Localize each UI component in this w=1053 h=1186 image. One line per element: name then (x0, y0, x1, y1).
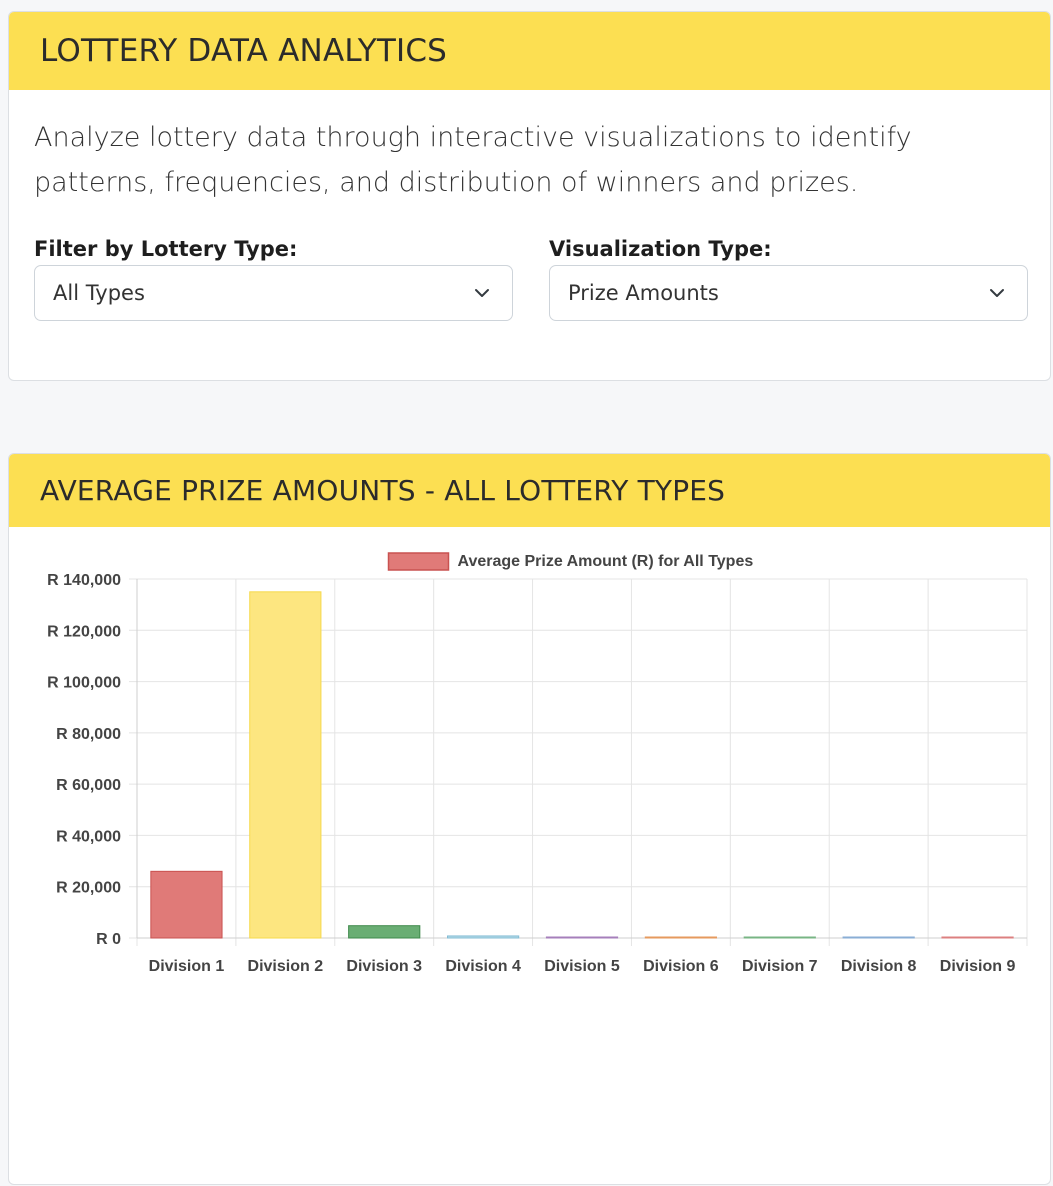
bar-division-8 (842, 936, 915, 939)
visualization-type-value: Prize Amounts (568, 281, 719, 305)
legend-swatch (387, 552, 450, 571)
bar-division-2 (249, 591, 322, 939)
y-tick-label: R 60,000 (56, 777, 121, 794)
x-tick-label: Division 8 (841, 958, 917, 975)
y-tick-label: R 80,000 (56, 726, 121, 743)
y-tick-label: R 140,000 (47, 572, 121, 589)
bar-division-7 (743, 936, 816, 939)
prize-amounts-chart: R 0 R 20,000 R 40,000 R 60,000 R 80,000 R 100… (47, 552, 1028, 975)
x-tick-label: Division 4 (445, 958, 521, 975)
y-tick-label: R 120,000 (47, 623, 121, 640)
y-tick-label: R 20,000 (56, 880, 121, 897)
bar-division-9 (941, 936, 1014, 939)
bar-division-4 (447, 935, 520, 939)
visualization-type-select[interactable]: Prize Amounts (549, 265, 1028, 321)
y-tick-label: R 100,000 (47, 675, 121, 692)
lottery-type-select[interactable]: All Types (34, 265, 513, 321)
filter-card: LOTTERY DATA ANALYTICS Analyze lottery d… (8, 11, 1051, 381)
x-tick-label: Division 2 (248, 958, 324, 975)
page-description: Analyze lottery data through interactive… (34, 122, 912, 198)
bar-division-3 (348, 925, 421, 939)
y-tick-label: R 40,000 (56, 828, 121, 845)
lottery-type-filter: Filter by Lottery Type: All Types (34, 234, 513, 321)
y-tick-label: R 0 (96, 931, 121, 948)
chevron-down-icon (990, 289, 1004, 297)
lottery-type-value: All Types (53, 281, 145, 305)
x-tick-label: Division 5 (544, 958, 620, 975)
legend-label: Average Prize Amount (R) for All Types (458, 553, 754, 570)
x-tick-label: Division 1 (149, 958, 225, 975)
visualization-type-filter: Visualization Type: Prize Amounts (549, 234, 1028, 321)
x-tick-label: Division 7 (742, 958, 818, 975)
bar-division-1 (150, 870, 223, 939)
bar-division-6 (644, 936, 717, 939)
bar-division-5 (545, 936, 619, 939)
visualization-type-label: Visualization Type: (549, 237, 772, 261)
chevron-down-icon (475, 289, 489, 297)
chart-card: AVERAGE PRIZE AMOUNTS - ALL LOTTERY TYPE… (8, 453, 1051, 1185)
x-tick-label: Division 6 (643, 958, 719, 975)
x-tick-label: Division 9 (940, 958, 1016, 975)
chart-title: AVERAGE PRIZE AMOUNTS - ALL LOTTERY TYPE… (9, 454, 1050, 527)
x-tick-label: Division 3 (346, 958, 422, 975)
lottery-type-label: Filter by Lottery Type: (34, 237, 298, 261)
page-title: LOTTERY DATA ANALYTICS (9, 12, 1050, 90)
